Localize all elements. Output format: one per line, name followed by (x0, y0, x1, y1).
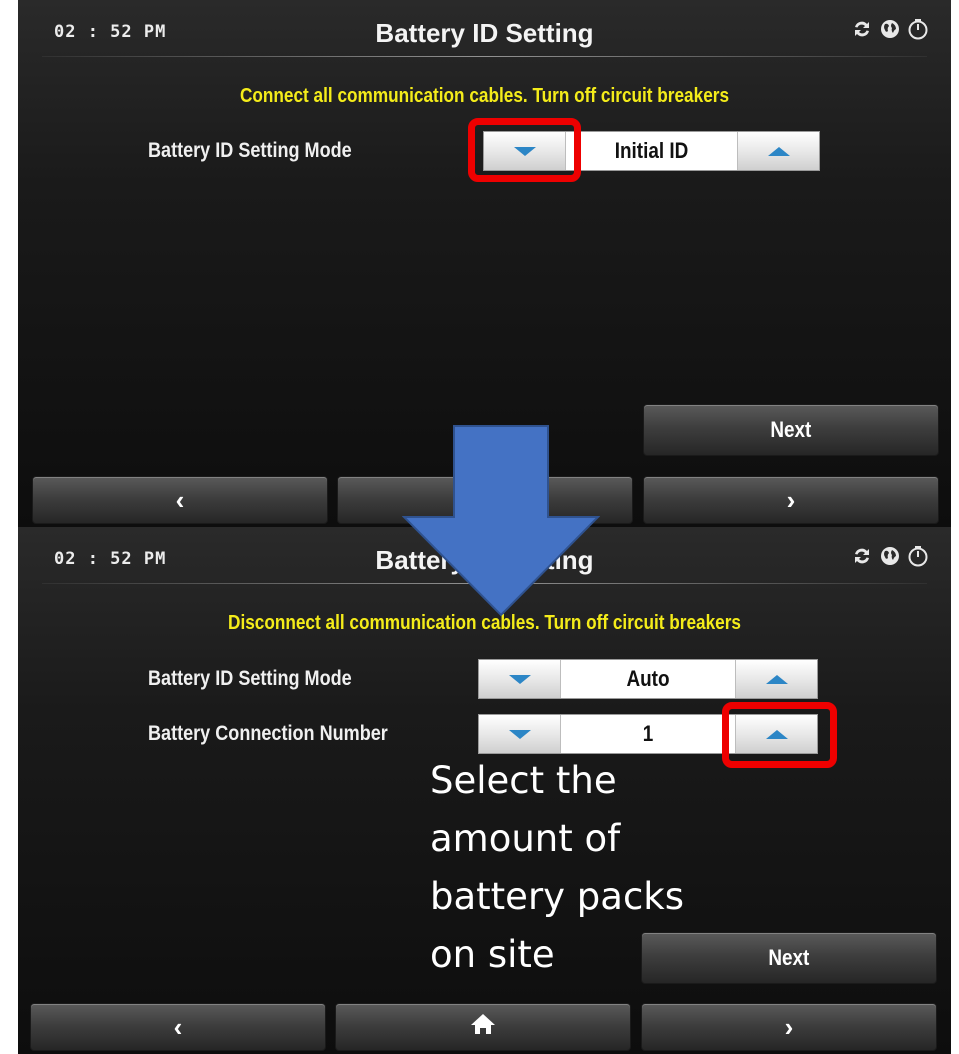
home-button[interactable] (335, 1003, 631, 1051)
globe-icon[interactable] (879, 18, 901, 40)
gauge-icon[interactable] (907, 18, 929, 40)
arrow-down-icon (508, 674, 531, 684)
arrow-down-icon (508, 729, 531, 739)
back-button[interactable]: ‹ (30, 1003, 326, 1051)
gauge-icon[interactable] (907, 545, 929, 567)
refresh-icon[interactable] (851, 545, 873, 567)
chevron-left-icon: ‹ (173, 1011, 183, 1042)
arrow-up-icon (767, 146, 790, 156)
header-divider (42, 56, 927, 57)
home-icon (470, 1012, 496, 1043)
connection-decrement-button[interactable] (479, 715, 561, 753)
mode-increment-button[interactable] (735, 660, 817, 698)
back-button[interactable]: ‹ (32, 476, 328, 524)
connection-value: 1 (642, 721, 654, 746)
forward-button[interactable]: › (643, 476, 939, 524)
down-arrow-icon (402, 425, 600, 617)
status-bar: 02 : 52 PM Battery ID Setting (18, 0, 951, 60)
next-button[interactable]: Next (643, 404, 939, 456)
chevron-right-icon: › (786, 484, 796, 515)
mode-spinner: Auto (478, 659, 818, 699)
mode-decrement-button[interactable] (479, 660, 561, 698)
globe-icon[interactable] (879, 545, 901, 567)
page-title: Battery ID Setting (375, 18, 594, 48)
mode-value: Auto (626, 666, 670, 691)
arrow-up-icon (765, 674, 788, 684)
mode-label: Battery ID Setting Mode (148, 139, 352, 162)
chevron-left-icon: ‹ (175, 484, 185, 515)
warning-message: Connect all communication cables. Turn o… (239, 85, 730, 107)
mode-increment-button[interactable] (737, 132, 819, 170)
highlight-decrement-top (468, 118, 581, 182)
status-icons (851, 18, 929, 40)
next-label: Next (770, 417, 812, 442)
refresh-icon[interactable] (851, 18, 873, 40)
status-icons (851, 545, 929, 567)
mode-label: Battery ID Setting Mode (148, 667, 352, 690)
forward-button[interactable]: › (641, 1003, 937, 1051)
highlight-increment-bottom (722, 702, 837, 768)
mode-value: Initial ID (614, 138, 689, 163)
annotation-text: Select the amount of battery packs on si… (430, 759, 685, 976)
chevron-right-icon: › (784, 1011, 794, 1042)
next-label: Next (768, 945, 810, 970)
connection-label: Battery Connection Number (148, 722, 388, 745)
